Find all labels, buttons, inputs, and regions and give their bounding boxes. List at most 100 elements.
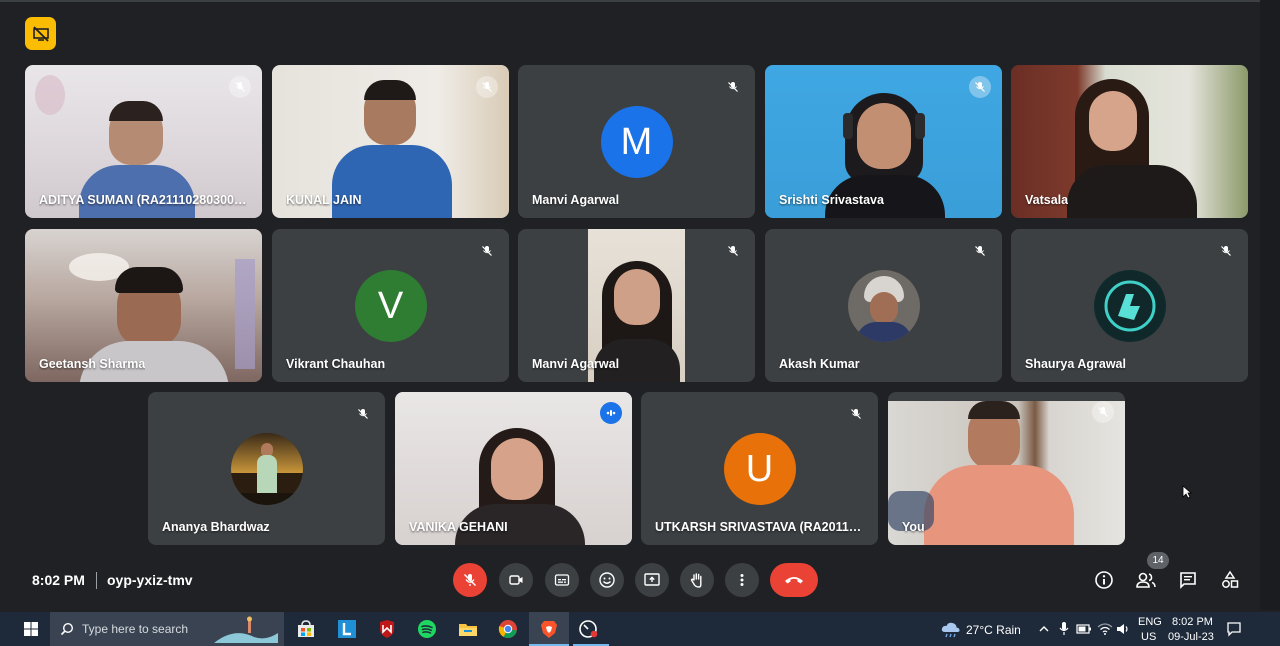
mic-off-icon: [728, 246, 738, 256]
mic-off-icon: [482, 82, 492, 92]
mcafee-taskbar-icon[interactable]: [376, 618, 398, 640]
chat-button[interactable]: [1177, 569, 1199, 591]
participant-tile-manvi-2[interactable]: Manvi Agarwal: [518, 229, 755, 382]
battery-icon[interactable]: [1076, 622, 1092, 636]
participant-tile-vikrant[interactable]: V Vikrant Chauhan: [272, 229, 509, 382]
emoji-button[interactable]: [590, 563, 624, 597]
meeting-details-button[interactable]: [1093, 569, 1115, 591]
weather-text[interactable]: 27°C Rain: [966, 623, 1021, 637]
chevron-up-icon[interactable]: [1038, 623, 1050, 635]
window-right-edge: [1260, 0, 1280, 610]
screen-share-badge[interactable]: [25, 17, 56, 50]
chat-icon: [1180, 572, 1196, 589]
windows-taskbar: Type here to search 27°C Rain ENG US 8:0…: [0, 612, 1280, 646]
file-explorer-taskbar-icon[interactable]: [457, 618, 479, 640]
mouse-cursor-icon: [1182, 485, 1192, 499]
mic-off-icon: [851, 409, 861, 419]
shapes-icon: [1222, 570, 1239, 588]
participant-name: VANIKA GEHANI: [409, 520, 508, 534]
more-options-button[interactable]: [725, 563, 759, 597]
participant-tile-srishti[interactable]: Srishti Srivastava: [765, 65, 1002, 218]
participant-tile-shaurya[interactable]: Shaurya Agrawal: [1011, 229, 1248, 382]
participant-tile-akash[interactable]: Akash Kumar: [765, 229, 1002, 382]
participant-tile-geetansh[interactable]: Geetansh Sharma: [25, 229, 262, 382]
mic-off-icon: [463, 573, 477, 587]
participant-name: Geetansh Sharma: [39, 357, 146, 371]
mic-off-indicator: [229, 76, 251, 98]
start-button[interactable]: [20, 618, 42, 640]
language-indicator-bottom[interactable]: US: [1141, 631, 1156, 643]
search-icon: [60, 622, 74, 636]
mic-off-icon: [358, 409, 368, 419]
raise-hand-button[interactable]: [680, 563, 714, 597]
store-icon: [298, 620, 314, 637]
wifi-icon[interactable]: [1097, 622, 1113, 636]
participant-name: Manvi Agarwal: [532, 357, 620, 371]
spotify-taskbar-icon[interactable]: [416, 618, 438, 640]
meeting-control-bar: 8:02 PM oyp-yxiz-tmv 14: [0, 552, 1280, 610]
participant-tile-kunal[interactable]: KUNAL JAIN: [272, 65, 509, 218]
camera-button[interactable]: [499, 563, 533, 597]
participant-tile-you[interactable]: You: [888, 392, 1125, 545]
emoji-icon: [599, 572, 615, 588]
spotify-icon: [418, 620, 436, 638]
record-app-taskbar-icon[interactable]: [578, 618, 600, 640]
search-placeholder: Type here to search: [82, 622, 189, 636]
speaking-indicator: [600, 402, 622, 424]
windows-logo-icon: [24, 622, 38, 636]
mic-off-indicator: [969, 240, 991, 262]
participant-name: KUNAL JAIN: [286, 193, 362, 207]
activities-button[interactable]: [1219, 569, 1241, 591]
present-button[interactable]: [635, 563, 669, 597]
mic-off-icon: [1221, 246, 1231, 256]
mic-off-icon: [975, 82, 985, 92]
taskbar-clock-date[interactable]: 09-Jul-23: [1168, 631, 1214, 643]
mic-off-indicator: [1092, 401, 1114, 423]
l-app-taskbar-icon[interactable]: [336, 618, 358, 640]
hand-icon: [690, 573, 702, 588]
chrome-taskbar-icon[interactable]: [497, 618, 519, 640]
chrome-icon: [498, 620, 517, 638]
shield-icon: [380, 620, 394, 638]
captions-icon: [554, 574, 570, 586]
info-icon: [1095, 571, 1113, 589]
audio-level-icon: [606, 410, 616, 416]
microsoft-store-taskbar-icon[interactable]: [295, 618, 317, 640]
present-screen-icon: [644, 573, 660, 586]
participant-tile-utkarsh[interactable]: U UTKARSH SRIVASTAVA (RA201102...: [641, 392, 878, 545]
notification-center-icon[interactable]: [1226, 621, 1242, 637]
microphone-icon[interactable]: [1058, 621, 1070, 637]
participant-tile-manvi-1[interactable]: M Manvi Agarwal: [518, 65, 755, 218]
mic-off-indicator: [476, 240, 498, 262]
volume-icon[interactable]: [1115, 622, 1131, 636]
participant-tile-vatsala[interactable]: Vatsala: [1011, 65, 1248, 218]
avatar: M: [600, 106, 673, 178]
mic-off-button[interactable]: [453, 563, 487, 597]
avatar-initial: M: [620, 120, 653, 163]
people-button[interactable]: [1135, 569, 1157, 591]
participant-tile-ananya[interactable]: Ananya Bhardwaz: [148, 392, 385, 545]
mic-off-indicator: [352, 403, 374, 425]
participant-name: Srishti Srivastava: [779, 193, 884, 207]
people-icon: [1136, 572, 1156, 588]
participant-name: Vatsala: [1025, 193, 1069, 207]
l-app-icon: [338, 620, 356, 638]
brave-taskbar-icon[interactable]: [538, 618, 560, 640]
window-top-border: [0, 0, 1280, 2]
language-indicator-top[interactable]: ENG: [1138, 616, 1162, 628]
avatar: V: [354, 270, 427, 342]
taskbar-clock-time[interactable]: 8:02 PM: [1172, 616, 1213, 628]
participant-tile-aditya[interactable]: ADITYA SUMAN (RA2111028030000...: [25, 65, 262, 218]
divider: [96, 572, 97, 589]
captions-button[interactable]: [545, 563, 579, 597]
mic-off-indicator: [476, 76, 498, 98]
mic-off-indicator: [722, 76, 744, 98]
videocam-icon: [509, 575, 523, 585]
leave-call-button[interactable]: [770, 563, 818, 597]
participant-name: Vikrant Chauhan: [286, 357, 386, 371]
taskbar-search-box[interactable]: Type here to search: [50, 612, 284, 646]
no-present-icon: [32, 25, 49, 42]
participant-tile-vanika[interactable]: VANIKA GEHANI: [395, 392, 632, 545]
participant-name: Akash Kumar: [779, 357, 860, 371]
meeting-code: oyp-yxiz-tmv: [107, 572, 193, 588]
